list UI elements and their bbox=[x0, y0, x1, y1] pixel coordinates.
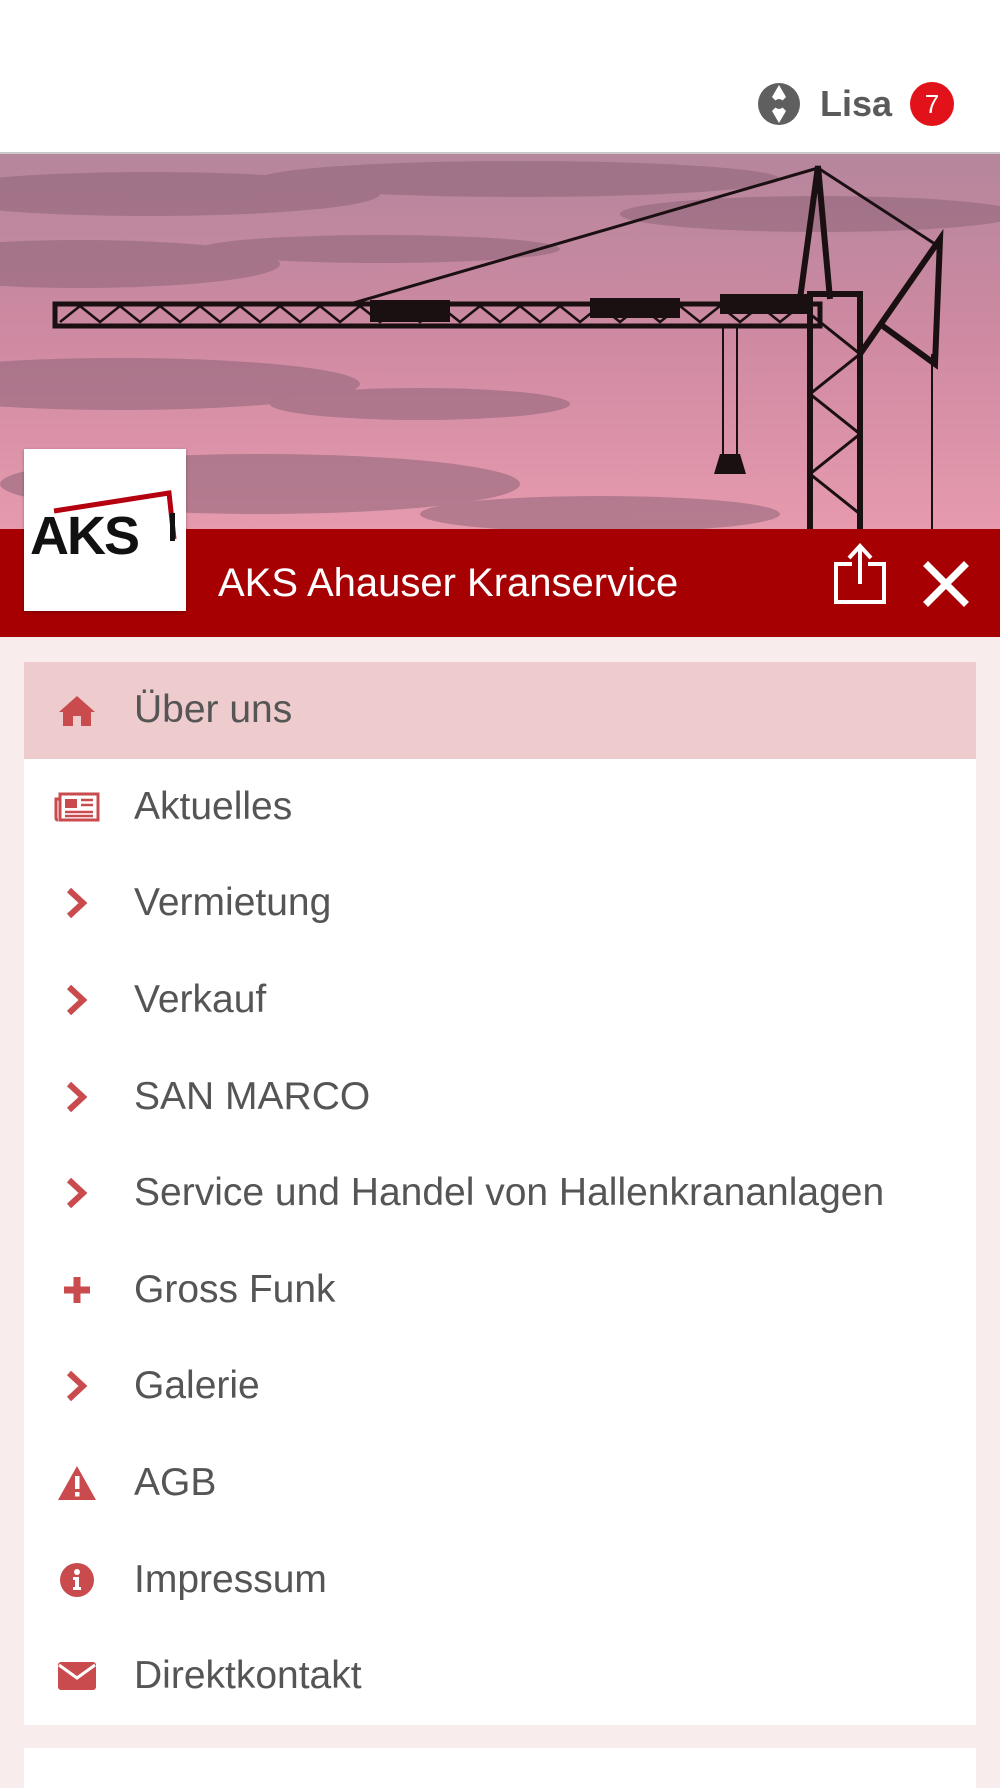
menu-label: AGB bbox=[134, 1461, 217, 1505]
menu-item-gross-funk[interactable]: Gross Funk bbox=[24, 1242, 976, 1339]
top-bar: Lisa 7 bbox=[0, 0, 1000, 154]
close-icon[interactable] bbox=[922, 560, 970, 608]
app-logo: AKS bbox=[24, 449, 186, 611]
app-title: AKS Ahauser Kranservice bbox=[218, 561, 679, 605]
plus-icon bbox=[54, 1267, 100, 1313]
menu-item-impressum[interactable]: Impressum bbox=[24, 1531, 976, 1628]
menu-label: Über uns bbox=[134, 688, 293, 732]
menu-label: Service und Handel von Hallenkrananlagen bbox=[134, 1171, 885, 1215]
menu-item-verkauf[interactable]: Verkauf bbox=[24, 952, 976, 1049]
menu-label: SAN MARCO bbox=[134, 1074, 371, 1118]
menu-item-hallenkrananlagen[interactable]: Service und Handel von Hallenkrananlagen bbox=[24, 1145, 976, 1242]
menu-label: Impressum bbox=[134, 1557, 327, 1601]
chevron-right-icon bbox=[54, 1074, 100, 1120]
newspaper-icon bbox=[54, 784, 100, 830]
menu-item-agb[interactable]: AGB bbox=[24, 1435, 976, 1532]
share-icon[interactable] bbox=[832, 542, 888, 606]
menu-item-direktkontakt[interactable]: Direktkontakt bbox=[24, 1628, 976, 1725]
menu-item-ueber-uns[interactable]: Über uns bbox=[24, 662, 976, 759]
menu-item-vermietung[interactable]: Vermietung bbox=[24, 855, 976, 952]
menu-item-aktuelles[interactable]: Aktuelles bbox=[24, 759, 976, 856]
user-name: Lisa bbox=[819, 83, 892, 124]
navigation-menu: Über uns Aktuelles Vermietung Verkauf SA… bbox=[24, 662, 976, 1725]
svg-text:AKS: AKS bbox=[30, 506, 138, 566]
notification-badge[interactable]: 7 bbox=[910, 82, 954, 126]
menu-item-galerie[interactable]: Galerie bbox=[24, 1338, 976, 1435]
menu-label: Verkauf bbox=[134, 978, 267, 1022]
aks-logo-image: AKS bbox=[30, 490, 177, 566]
account-area[interactable]: Lisa 7 bbox=[756, 80, 954, 128]
menu-label: Gross Funk bbox=[134, 1267, 336, 1311]
menu-label: Vermietung bbox=[134, 881, 332, 925]
chevron-right-icon bbox=[54, 1170, 100, 1216]
menu-item-san-marco[interactable]: SAN MARCO bbox=[24, 1048, 976, 1145]
account-logo-icon bbox=[757, 83, 800, 125]
chevron-right-icon bbox=[54, 880, 100, 926]
home-icon bbox=[54, 687, 100, 733]
chevron-right-icon bbox=[54, 977, 100, 1023]
menu-label: Galerie bbox=[134, 1364, 260, 1408]
bottom-card bbox=[24, 1748, 976, 1788]
warning-icon bbox=[54, 1460, 100, 1506]
chevron-right-icon bbox=[54, 1363, 100, 1409]
menu-label: Direktkontakt bbox=[134, 1654, 362, 1698]
info-icon bbox=[54, 1557, 100, 1603]
menu-label: Aktuelles bbox=[134, 784, 293, 828]
envelope-icon bbox=[54, 1653, 100, 1699]
